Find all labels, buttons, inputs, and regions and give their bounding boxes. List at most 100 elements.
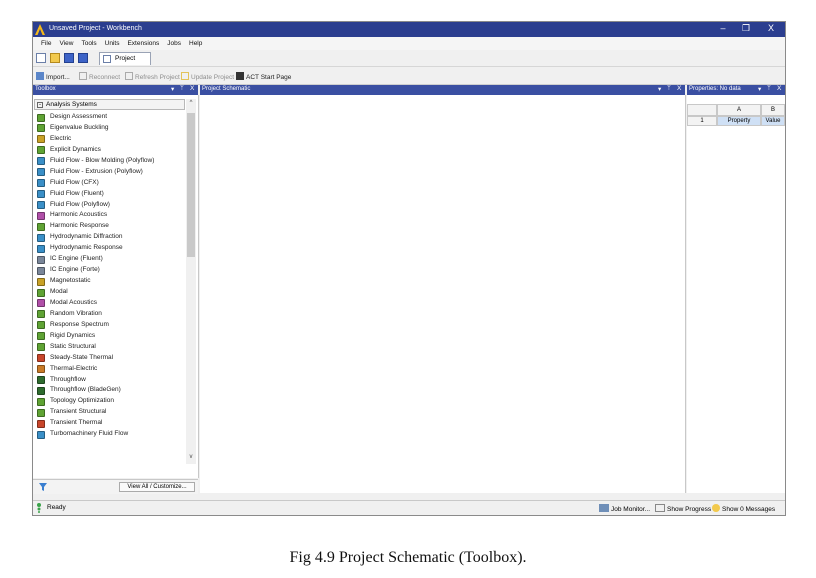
menu-file[interactable]: File [41, 40, 51, 47]
show-progress-button[interactable]: Show Progress [655, 504, 711, 513]
menu-units[interactable]: Units [105, 40, 120, 47]
save-icon[interactable] [64, 53, 74, 63]
show-messages-button[interactable]: Show 0 Messages [712, 504, 775, 513]
column-b-header[interactable]: B [761, 104, 785, 116]
act-start-page-button[interactable]: ACT Start Page [236, 72, 291, 81]
properties-close-button[interactable]: X [777, 85, 781, 92]
menu-extensions[interactable]: Extensions [127, 40, 159, 47]
toolbox-item[interactable]: Random Vibration [33, 309, 185, 320]
new-project-icon[interactable] [36, 53, 46, 63]
toolbox-item-label: Fluid Flow - Extrusion (Polyflow) [50, 167, 143, 175]
close-window-button[interactable]: X [761, 23, 781, 33]
toolbox-pin-icon[interactable]: ᛘ [180, 85, 184, 92]
toolbox-item[interactable]: Response Spectrum [33, 320, 185, 331]
toolbox-item[interactable]: Throughflow (BladeGen) [33, 385, 185, 396]
save-as-icon[interactable] [78, 53, 88, 63]
toolbox-item[interactable]: Hydrodynamic Response [33, 243, 185, 254]
toolbox-item[interactable]: Eigenvalue Buckling [33, 123, 185, 134]
analysis-system-icon [37, 365, 45, 374]
toolbox-item-label: Harmonic Response [50, 222, 109, 230]
main-toolbar: Project [33, 50, 785, 67]
properties-panel: A B 1 Property Value [687, 95, 785, 493]
toolbox-item-label: Explicit Dynamics [50, 145, 101, 153]
toolbox-item-label: IC Engine (Fluent) [50, 255, 103, 263]
toolbox-item[interactable]: Magnetostatic [33, 276, 185, 287]
toolbox-item[interactable]: Harmonic Response [33, 221, 185, 232]
properties-dropdown-icon[interactable]: ▾ [758, 85, 761, 93]
analysis-system-icon [37, 419, 45, 428]
analysis-system-icon [37, 288, 45, 297]
scrollbar-thumb[interactable] [187, 113, 195, 257]
toolbox-item[interactable]: Electric [33, 134, 185, 145]
toolbox-item-label: Fluid Flow - Blow Molding (Polyflow) [50, 156, 155, 164]
scroll-down-icon[interactable]: v [187, 454, 195, 460]
schematic-dropdown-icon[interactable]: ▾ [658, 85, 661, 93]
schematic-pin-icon[interactable]: ᛘ [667, 85, 671, 92]
analysis-system-icon [37, 244, 45, 253]
act-label: ACT Start Page [246, 74, 292, 81]
reconnect-button[interactable]: Reconnect [79, 72, 120, 81]
analysis-system-icon [37, 211, 45, 220]
toolbox-item[interactable]: Throughflow [33, 375, 185, 386]
view-all-customize-button[interactable]: View All / Customize... [119, 482, 195, 492]
project-toolbar: Import... Reconnect Refresh Project Upda… [33, 67, 785, 85]
toolbox-item[interactable]: Transient Thermal [33, 418, 185, 429]
menu-jobs[interactable]: Jobs [167, 40, 181, 47]
properties-pin-icon[interactable]: ᛘ [767, 85, 771, 92]
toolbox-item-label: Eigenvalue Buckling [50, 123, 109, 131]
row-number: 1 [687, 116, 717, 126]
project-schematic-canvas[interactable] [200, 95, 686, 493]
scroll-up-icon[interactable]: ^ [187, 100, 195, 106]
toolbox-item[interactable]: IC Engine (Forte) [33, 265, 185, 276]
toolbox-close-button[interactable]: X [190, 85, 194, 92]
category-analysis-systems[interactable]: - Analysis Systems [34, 99, 185, 110]
toolbox-item-label: Thermal-Electric [50, 364, 98, 372]
analysis-system-icon [37, 343, 45, 352]
toolbox-item[interactable]: Steady-State Thermal [33, 353, 185, 364]
menu-view[interactable]: View [59, 40, 73, 47]
job-monitor-button[interactable]: Job Monitor... [599, 504, 650, 513]
toolbox-item[interactable]: Transient Structural [33, 407, 185, 418]
toolbox-item-label: Magnetostatic [50, 277, 91, 285]
schematic-close-button[interactable]: X [677, 85, 681, 92]
toolbox-item[interactable]: Thermal-Electric [33, 364, 185, 375]
toolbox-item[interactable]: Turbomachinery Fluid Flow [33, 429, 185, 440]
toolbox-item[interactable]: Hydrodynamic Diffraction [33, 232, 185, 243]
toolbox-item[interactable]: Design Assessment [33, 112, 185, 123]
act-grid-icon [236, 72, 244, 80]
schematic-header: Project Schematic ▾ ᛘ X [200, 85, 685, 95]
update-project-button[interactable]: Update Project [181, 72, 234, 81]
menu-tools[interactable]: Tools [81, 40, 96, 47]
toolbox-item[interactable]: Modal Acoustics [33, 298, 185, 309]
refresh-project-button[interactable]: Refresh Project [125, 72, 180, 81]
toolbox-item[interactable]: Fluid Flow - Extrusion (Polyflow) [33, 167, 185, 178]
open-project-icon[interactable] [50, 53, 60, 63]
toolbox-header: Toolbox ▾ ᛘ X [33, 85, 198, 95]
toolbox-scrollbar[interactable]: ^ v [186, 99, 196, 464]
property-cell[interactable]: Property [717, 116, 761, 126]
toolbox-item[interactable]: Modal [33, 287, 185, 298]
toolbox-item[interactable]: Topology Optimization [33, 396, 185, 407]
toolbox-item[interactable]: Fluid Flow (Fluent) [33, 189, 185, 200]
filter-icon[interactable] [39, 483, 47, 491]
toolbox-item[interactable]: IC Engine (Fluent) [33, 254, 185, 265]
toolbox-item[interactable]: Rigid Dynamics [33, 331, 185, 342]
column-a-header[interactable]: A [717, 104, 761, 116]
toolbox-item[interactable]: Static Structural [33, 342, 185, 353]
menu-help[interactable]: Help [189, 40, 202, 47]
toolbox-item[interactable]: Fluid Flow (Polyflow) [33, 200, 185, 211]
update-icon [181, 72, 189, 80]
analysis-system-icon [37, 135, 45, 144]
minimize-button[interactable]: – [713, 23, 733, 33]
import-button[interactable]: Import... [36, 72, 70, 81]
maximize-button[interactable]: ❐ [736, 23, 756, 34]
analysis-system-icon [37, 430, 45, 439]
toolbox-item[interactable]: Harmonic Acoustics [33, 210, 185, 221]
collapse-icon[interactable]: - [37, 102, 43, 108]
value-cell[interactable]: Value [761, 116, 785, 126]
toolbox-item[interactable]: Fluid Flow (CFX) [33, 178, 185, 189]
toolbox-item[interactable]: Explicit Dynamics [33, 145, 185, 156]
toolbox-dropdown-icon[interactable]: ▾ [171, 85, 174, 93]
toolbox-item[interactable]: Fluid Flow - Blow Molding (Polyflow) [33, 156, 185, 167]
tab-project[interactable]: Project [99, 52, 151, 65]
